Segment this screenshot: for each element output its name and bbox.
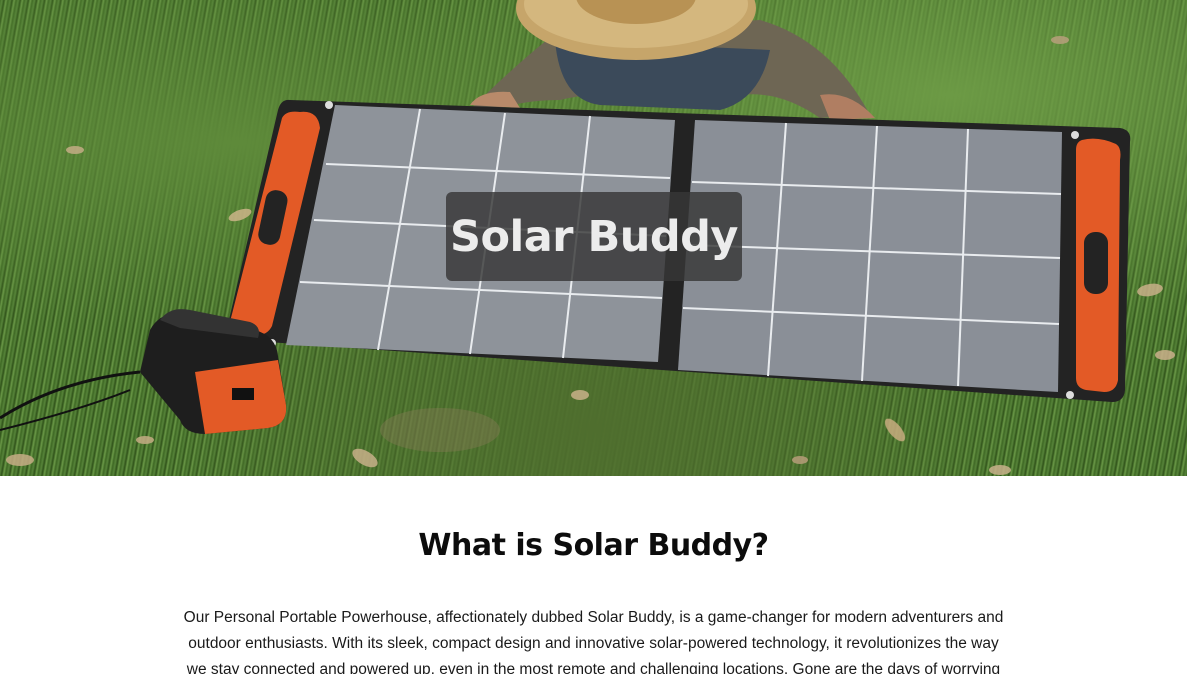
hero-banner: Solar Buddy (0, 0, 1187, 476)
section-body-text: Our Personal Portable Powerhouse, affect… (183, 609, 1004, 674)
section-heading: What is Solar Buddy? (418, 528, 769, 563)
hero-title: Solar Buddy (450, 211, 738, 262)
about-section: What is Solar Buddy? Our Personal Portab… (0, 528, 1187, 674)
hero-title-box: Solar Buddy (446, 192, 742, 281)
power-station (0, 309, 287, 434)
person (470, 0, 875, 120)
